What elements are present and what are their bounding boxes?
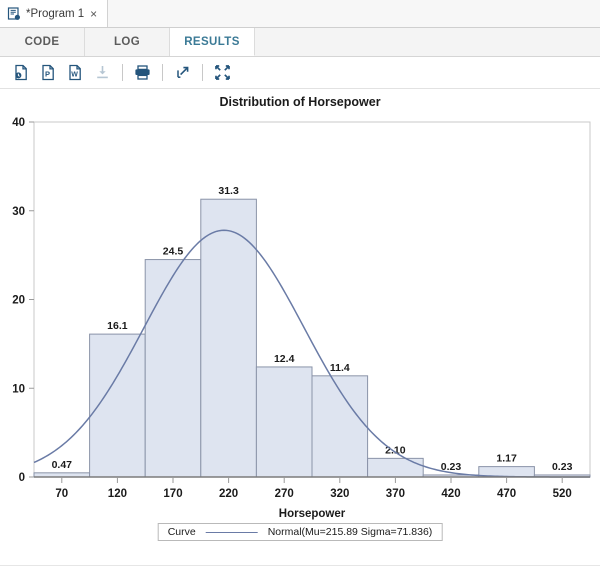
- svg-text:20: 20: [12, 295, 25, 307]
- open-pdf-icon[interactable]: P: [36, 60, 61, 85]
- tab-code[interactable]: CODE: [0, 28, 85, 56]
- legend-line-swatch: [205, 531, 258, 533]
- results-toolbar: P W: [0, 57, 600, 89]
- svg-text:420: 420: [441, 488, 460, 500]
- close-icon[interactable]: ×: [89, 8, 98, 20]
- svg-text:40: 40: [12, 117, 25, 129]
- svg-text:31.3: 31.3: [218, 185, 239, 197]
- chart-legend: Curve Normal(Mu=215.89 Sigma=71.836): [157, 523, 443, 541]
- open-in-new-window-icon[interactable]: [170, 60, 195, 85]
- svg-text:2.10: 2.10: [385, 444, 406, 456]
- program-tab-strip: *Program 1 ×: [0, 0, 600, 28]
- svg-text:270: 270: [275, 488, 294, 500]
- svg-text:16.1: 16.1: [107, 320, 128, 332]
- svg-text:24.5: 24.5: [163, 246, 184, 258]
- tab-results[interactable]: RESULTS: [170, 28, 255, 56]
- svg-text:0: 0: [19, 472, 25, 484]
- results-pane: Distribution of Horsepower 0 10 20 30 40 0.47…: [0, 89, 600, 566]
- svg-text:120: 120: [108, 488, 127, 500]
- program-tab[interactable]: *Program 1 ×: [0, 0, 109, 27]
- download-icon[interactable]: [90, 60, 115, 85]
- legend-title: Curve: [167, 526, 196, 538]
- svg-text:30: 30: [12, 206, 25, 218]
- svg-text:220: 220: [219, 488, 238, 500]
- tab-strip-filler: [108, 0, 600, 27]
- svg-text:370: 370: [386, 488, 405, 500]
- svg-text:0.23: 0.23: [552, 461, 573, 473]
- open-html-icon[interactable]: [9, 60, 34, 85]
- svg-text:70: 70: [55, 488, 68, 500]
- sas-studio-window: *Program 1 × CODE LOG RESULTS P W Distri…: [0, 0, 600, 566]
- histogram-svg: 0 10 20 30 40 0.47 16.1 24.5 31.3 12.4 11.4 2.10 0.2…: [12, 117, 591, 520]
- svg-text:W: W: [71, 72, 78, 79]
- svg-text:1.17: 1.17: [496, 453, 517, 465]
- print-icon[interactable]: [130, 60, 155, 85]
- svg-text:320: 320: [330, 488, 349, 500]
- histogram-chart: 0 10 20 30 40 0.47 16.1 24.5 31.3 12.4 11.4 2.10 0.2…: [0, 89, 600, 559]
- section-tab-filler: [255, 28, 600, 56]
- svg-text:P: P: [45, 70, 50, 79]
- toolbar-separator: [122, 64, 123, 81]
- svg-text:470: 470: [497, 488, 516, 500]
- collapse-icon[interactable]: [210, 60, 235, 85]
- open-word-icon[interactable]: W: [63, 60, 88, 85]
- svg-text:Horsepower: Horsepower: [279, 508, 346, 520]
- tab-log[interactable]: LOG: [85, 28, 170, 56]
- svg-text:12.4: 12.4: [274, 353, 295, 365]
- svg-text:520: 520: [553, 488, 572, 500]
- svg-text:11.4: 11.4: [330, 362, 350, 374]
- svg-text:10: 10: [12, 383, 25, 395]
- section-tab-bar: CODE LOG RESULTS: [0, 28, 600, 57]
- svg-text:0.47: 0.47: [52, 459, 73, 471]
- legend-entry-label: Normal(Mu=215.89 Sigma=71.836): [267, 526, 433, 538]
- program-tab-label: *Program 1: [26, 7, 85, 20]
- sas-program-icon: [7, 6, 21, 21]
- toolbar-separator: [202, 64, 203, 81]
- svg-text:170: 170: [163, 488, 182, 500]
- toolbar-separator: [162, 64, 163, 81]
